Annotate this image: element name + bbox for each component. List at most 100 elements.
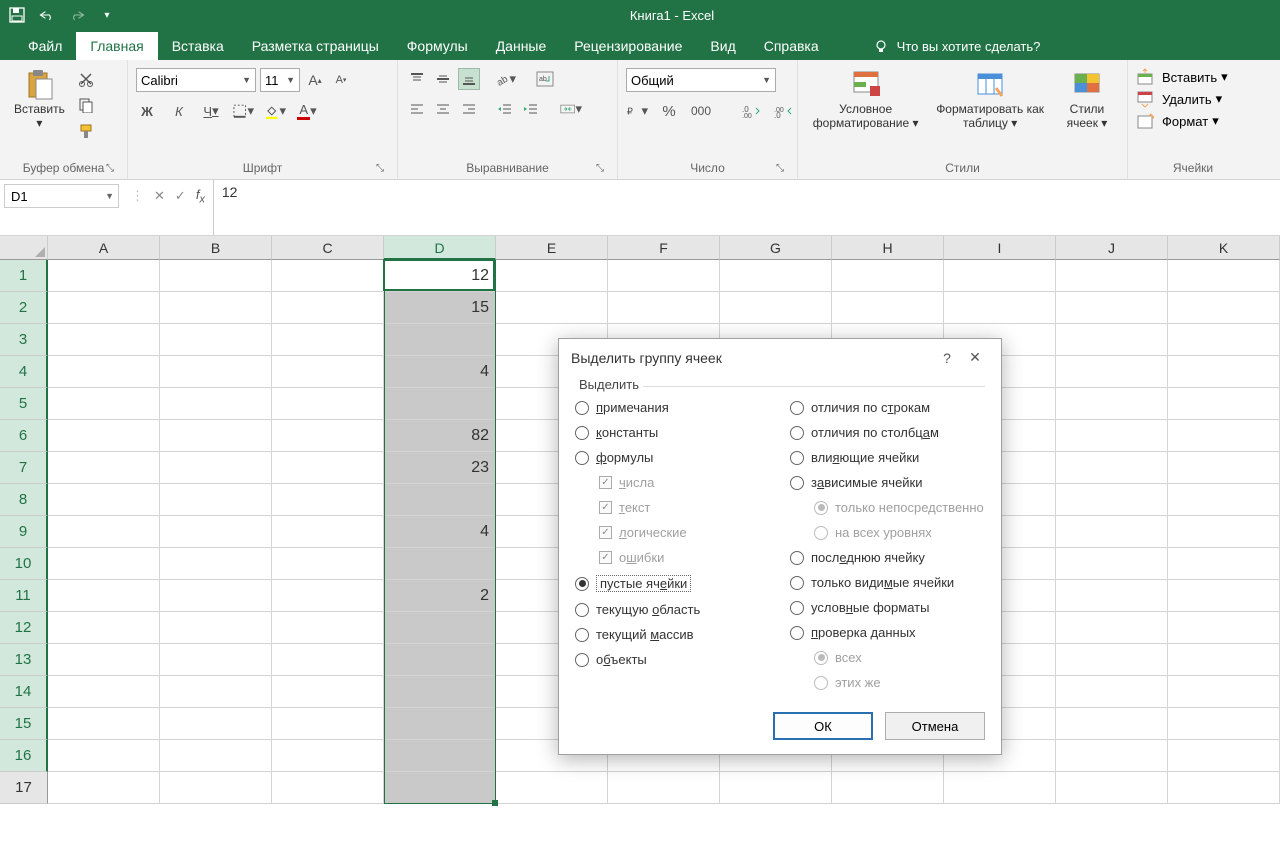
cell[interactable]	[1168, 740, 1280, 772]
cell[interactable]	[160, 260, 272, 292]
align-top-icon[interactable]	[406, 68, 428, 90]
cell[interactable]	[1168, 612, 1280, 644]
row-header[interactable]: 7	[0, 452, 48, 484]
cell[interactable]	[1056, 548, 1168, 580]
radio-option[interactable]: текущий массив	[575, 627, 770, 642]
cell[interactable]	[608, 260, 720, 292]
save-icon[interactable]	[8, 6, 26, 24]
redo-icon[interactable]	[68, 6, 86, 24]
cell[interactable]	[272, 260, 384, 292]
accounting-format-icon[interactable]: ₽▾	[626, 100, 648, 122]
cell[interactable]	[160, 676, 272, 708]
cell[interactable]	[160, 612, 272, 644]
cell[interactable]	[1168, 484, 1280, 516]
cell[interactable]	[1056, 612, 1168, 644]
dialog-launcher-icon[interactable]: ⤡	[373, 161, 387, 175]
cell[interactable]	[48, 420, 160, 452]
cell[interactable]	[1056, 516, 1168, 548]
cell[interactable]	[160, 708, 272, 740]
row-header[interactable]: 9	[0, 516, 48, 548]
cell[interactable]	[160, 580, 272, 612]
cell[interactable]	[272, 708, 384, 740]
row-header[interactable]: 15	[0, 708, 48, 740]
cell[interactable]: 2	[384, 580, 496, 612]
cell[interactable]	[720, 260, 832, 292]
undo-icon[interactable]	[38, 6, 56, 24]
row-header[interactable]: 1	[0, 260, 48, 292]
font-name-combo[interactable]: Calibri▼	[136, 68, 256, 92]
cell[interactable]	[48, 708, 160, 740]
cell[interactable]	[48, 292, 160, 324]
cell[interactable]	[272, 388, 384, 420]
tab-review[interactable]: Рецензирование	[560, 32, 696, 60]
cell[interactable]	[272, 676, 384, 708]
cell[interactable]	[1056, 676, 1168, 708]
align-left-icon[interactable]	[406, 98, 428, 120]
cell[interactable]	[160, 644, 272, 676]
cell[interactable]	[384, 612, 496, 644]
cell[interactable]	[1056, 324, 1168, 356]
row-header[interactable]: 2	[0, 292, 48, 324]
cell[interactable]	[1056, 708, 1168, 740]
decrease-indent-icon[interactable]	[494, 98, 516, 120]
radio-option[interactable]: влияющие ячейки	[790, 450, 985, 465]
tell-me-search[interactable]: Что вы хотите сделать?	[863, 32, 1051, 60]
cell[interactable]	[48, 260, 160, 292]
cell[interactable]	[48, 772, 160, 804]
cell[interactable]	[48, 452, 160, 484]
col-header[interactable]: K	[1168, 236, 1280, 260]
dialog-launcher-icon[interactable]: ⤡	[103, 161, 117, 175]
format-painter-icon[interactable]	[75, 120, 97, 142]
cell[interactable]	[1168, 708, 1280, 740]
radio-option[interactable]: условные форматы	[790, 600, 985, 615]
col-header[interactable]: D	[384, 236, 496, 260]
cell[interactable]: 12	[384, 260, 496, 292]
cell[interactable]	[1168, 516, 1280, 548]
radio-option[interactable]: примечания	[575, 400, 770, 415]
cell[interactable]	[496, 260, 608, 292]
tab-home[interactable]: Главная	[76, 32, 157, 60]
row-header[interactable]: 12	[0, 612, 48, 644]
cancel-formula-icon[interactable]: ✕	[154, 188, 165, 204]
cell[interactable]	[1056, 772, 1168, 804]
cell[interactable]	[272, 644, 384, 676]
enter-formula-icon[interactable]: ✓	[175, 188, 186, 204]
cell[interactable]: 23	[384, 452, 496, 484]
cell[interactable]	[1168, 292, 1280, 324]
radio-option[interactable]: пустые ячейки	[575, 575, 770, 592]
fill-color-icon[interactable]: ▾	[264, 100, 286, 122]
cell[interactable]	[720, 292, 832, 324]
row-header[interactable]: 17	[0, 772, 48, 804]
cell[interactable]	[1056, 388, 1168, 420]
cell[interactable]	[1168, 772, 1280, 804]
cell[interactable]	[48, 484, 160, 516]
cell[interactable]	[272, 324, 384, 356]
col-header[interactable]: G	[720, 236, 832, 260]
cell[interactable]	[1168, 580, 1280, 612]
cell[interactable]	[832, 260, 944, 292]
cell[interactable]	[1056, 580, 1168, 612]
delete-cells-button[interactable]: Удалить ▾	[1136, 90, 1222, 108]
radio-option[interactable]: текущую область	[575, 602, 770, 617]
cell[interactable]	[1168, 356, 1280, 388]
cell[interactable]	[496, 772, 608, 804]
cell[interactable]	[272, 484, 384, 516]
cell[interactable]	[1056, 644, 1168, 676]
copy-icon[interactable]	[75, 94, 97, 116]
comma-icon[interactable]: 000	[690, 100, 712, 122]
col-header[interactable]: H	[832, 236, 944, 260]
cell[interactable]	[1168, 676, 1280, 708]
tab-formulas[interactable]: Формулы	[393, 32, 482, 60]
row-header[interactable]: 16	[0, 740, 48, 772]
cell[interactable]	[160, 772, 272, 804]
qat-customize-icon[interactable]: ▾	[98, 6, 116, 24]
col-header[interactable]: J	[1056, 236, 1168, 260]
cell[interactable]	[384, 740, 496, 772]
cell[interactable]	[1056, 292, 1168, 324]
row-header[interactable]: 14	[0, 676, 48, 708]
conditional-formatting-button[interactable]: Условное форматирование ▾	[806, 64, 925, 135]
radio-option[interactable]: отличия по столбцам	[790, 425, 985, 440]
name-box[interactable]: D1▼	[4, 184, 119, 208]
align-bottom-icon[interactable]	[458, 68, 480, 90]
tab-help[interactable]: Справка	[750, 32, 833, 60]
